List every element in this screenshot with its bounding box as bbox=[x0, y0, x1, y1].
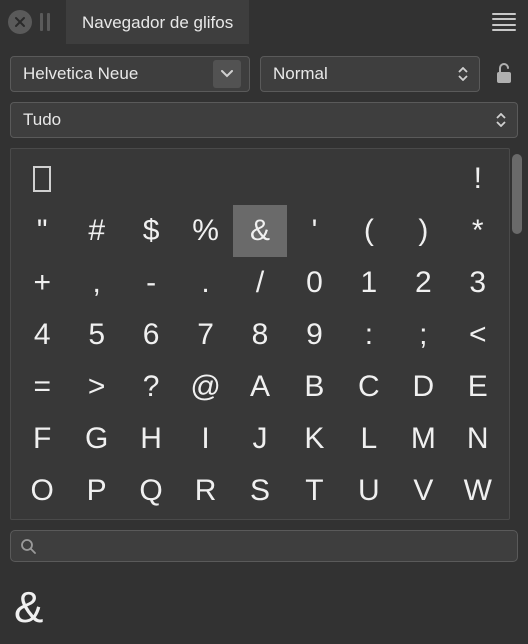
glyph-cell[interactable]: R bbox=[178, 465, 232, 517]
font-style-value: Normal bbox=[273, 64, 447, 84]
glyph-cell[interactable] bbox=[342, 153, 396, 205]
glyph-cell[interactable]: M bbox=[396, 413, 450, 465]
glyph-cell[interactable]: W bbox=[451, 465, 505, 517]
glyph-cell[interactable]: 6 bbox=[124, 309, 178, 361]
glyph-cell[interactable]: G bbox=[69, 413, 123, 465]
updown-icon bbox=[493, 113, 509, 127]
glyph-cell[interactable]: 5 bbox=[69, 309, 123, 361]
glyph-cell[interactable]: ' bbox=[287, 205, 341, 257]
glyph-cell[interactable]: ; bbox=[396, 309, 450, 361]
glyph-search-input[interactable] bbox=[10, 530, 518, 562]
glyph-cell[interactable]: 8 bbox=[233, 309, 287, 361]
glyph-cell[interactable]: K bbox=[287, 413, 341, 465]
lock-open-icon bbox=[494, 62, 514, 86]
glyph-cell[interactable]: % bbox=[178, 205, 232, 257]
glyph-cell[interactable]: - bbox=[124, 257, 178, 309]
glyph-cell[interactable]: 7 bbox=[178, 309, 232, 361]
glyph-cell[interactable] bbox=[396, 153, 450, 205]
glyph-filter-value: Tudo bbox=[23, 110, 485, 130]
glyph-cell[interactable]: $ bbox=[124, 205, 178, 257]
search-icon bbox=[20, 538, 36, 554]
scroll-thumb[interactable] bbox=[512, 154, 522, 234]
glyph-cell[interactable]: 3 bbox=[451, 257, 505, 309]
glyph-cell[interactable]: P bbox=[69, 465, 123, 517]
menu-icon bbox=[492, 13, 516, 15]
scrollbar[interactable] bbox=[510, 148, 524, 520]
glyph-grid: ! "#$%&'()* +,-./0123 456789:;< =>?@ABCDE FGH… bbox=[10, 148, 510, 520]
glyph-cell[interactable]: 2 bbox=[396, 257, 450, 309]
glyph-cell[interactable]: ? bbox=[124, 361, 178, 413]
glyph-cell[interactable]: > bbox=[69, 361, 123, 413]
glyph-cell[interactable]: 9 bbox=[287, 309, 341, 361]
chevron-down-icon bbox=[213, 60, 241, 88]
glyph-cell[interactable]: 4 bbox=[15, 309, 69, 361]
glyph-cell[interactable]: < bbox=[451, 309, 505, 361]
font-style-select[interactable]: Normal bbox=[260, 56, 480, 92]
glyph-cell[interactable]: A bbox=[233, 361, 287, 413]
glyph-cell[interactable] bbox=[287, 153, 341, 205]
glyph-cell[interactable]: H bbox=[124, 413, 178, 465]
close-button[interactable] bbox=[8, 10, 32, 34]
glyph-cell[interactable]: F bbox=[15, 413, 69, 465]
glyph-cell[interactable]: 1 bbox=[342, 257, 396, 309]
drag-handle-icon[interactable] bbox=[40, 12, 54, 32]
glyph-cell[interactable]: + bbox=[15, 257, 69, 309]
glyph-cell[interactable]: E bbox=[451, 361, 505, 413]
glyph-cell[interactable]: @ bbox=[178, 361, 232, 413]
glyph-cell[interactable]: 0 bbox=[287, 257, 341, 309]
glyph-cell[interactable]: U bbox=[342, 465, 396, 517]
tab-glyph-browser[interactable]: Navegador de glifos bbox=[66, 0, 249, 44]
glyph-cell[interactable]: Q bbox=[124, 465, 178, 517]
glyph-cell[interactable]: N bbox=[451, 413, 505, 465]
close-icon bbox=[14, 16, 26, 28]
glyph-cell[interactable] bbox=[233, 153, 287, 205]
glyph-cell[interactable]: * bbox=[451, 205, 505, 257]
glyph-cell[interactable]: " bbox=[15, 205, 69, 257]
glyph-cell[interactable] bbox=[124, 153, 178, 205]
glyph-cell[interactable]: ) bbox=[396, 205, 450, 257]
glyph-cell[interactable]: # bbox=[69, 205, 123, 257]
glyph-cell[interactable]: B bbox=[287, 361, 341, 413]
panel-menu-button[interactable] bbox=[492, 13, 516, 31]
glyph-cell[interactable]: O bbox=[15, 465, 69, 517]
glyph-cell[interactable]: C bbox=[342, 361, 396, 413]
glyph-cell[interactable]: S bbox=[233, 465, 287, 517]
glyph-cell[interactable] bbox=[69, 153, 123, 205]
glyph-cell[interactable] bbox=[178, 153, 232, 205]
tab-label: Navegador de glifos bbox=[82, 13, 233, 33]
font-family-value: Helvetica Neue bbox=[23, 64, 205, 84]
glyph-cell[interactable]: : bbox=[342, 309, 396, 361]
glyph-cell[interactable]: ( bbox=[342, 205, 396, 257]
glyph-cell[interactable]: = bbox=[15, 361, 69, 413]
glyph-cell[interactable]: D bbox=[396, 361, 450, 413]
lock-button[interactable] bbox=[490, 58, 518, 90]
glyph-filter-select[interactable]: Tudo bbox=[10, 102, 518, 138]
glyph-cell[interactable]: / bbox=[233, 257, 287, 309]
glyph-cell[interactable] bbox=[15, 153, 69, 205]
glyph-cell[interactable]: I bbox=[178, 413, 232, 465]
glyph-cell[interactable]: ! bbox=[451, 153, 505, 205]
glyph-cell[interactable]: , bbox=[69, 257, 123, 309]
glyph-cell[interactable]: V bbox=[396, 465, 450, 517]
glyph-cell[interactable]: J bbox=[233, 413, 287, 465]
glyph-cell[interactable]: L bbox=[342, 413, 396, 465]
glyph-cell[interactable]: T bbox=[287, 465, 341, 517]
glyph-cell[interactable]: . bbox=[178, 257, 232, 309]
font-family-select[interactable]: Helvetica Neue bbox=[10, 56, 250, 92]
glyph-cell[interactable]: & bbox=[233, 205, 287, 257]
glyph-preview: & bbox=[14, 583, 43, 633]
updown-icon bbox=[455, 67, 471, 81]
